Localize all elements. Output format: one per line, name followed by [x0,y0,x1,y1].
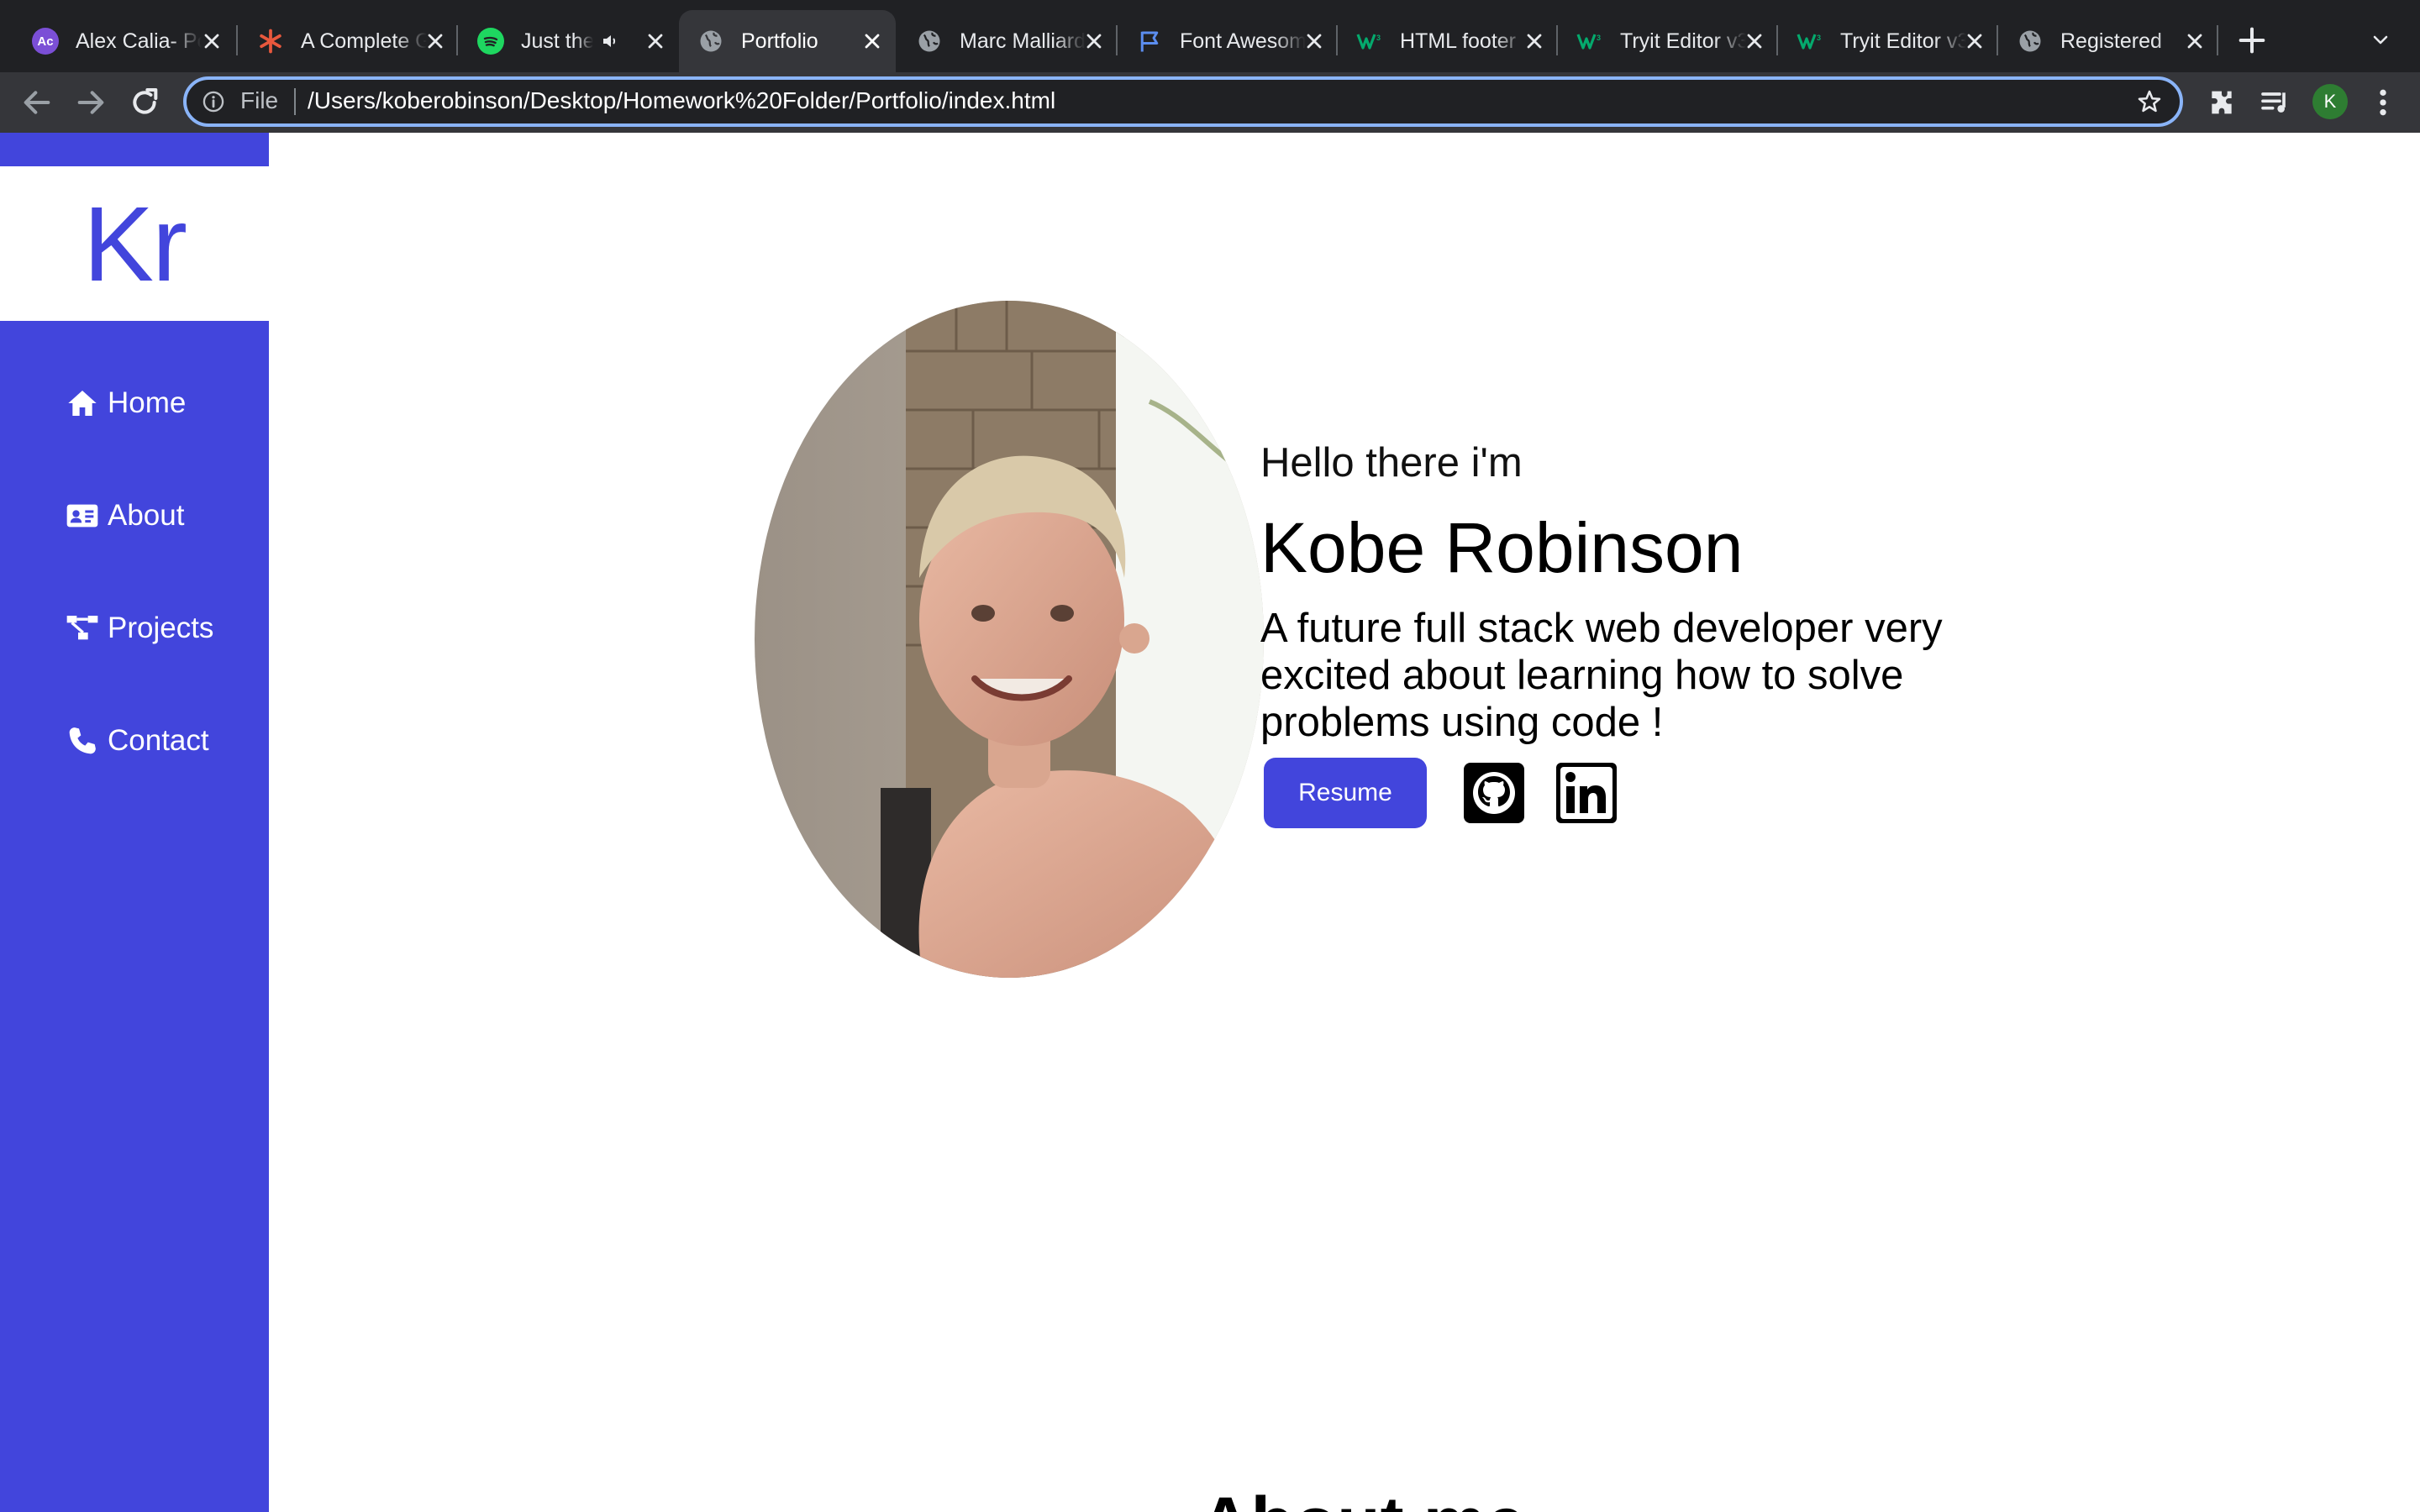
w3schools-icon: 3 [1797,28,1823,55]
globe-icon [916,28,943,55]
close-icon[interactable] [1523,29,1546,53]
linkedin-icon[interactable] [1556,763,1617,823]
browser-toolbar: File /Users/koberobinson/Desktop/Homewor… [0,72,2420,133]
close-icon[interactable] [644,29,667,53]
nav-item-label: Contact [108,724,209,757]
id-card-icon [66,504,98,528]
tab-strip: Ac Alex Calia- Portfolio A Complete Guid… [0,0,2420,72]
globe-icon [697,28,724,55]
tab-title: Font Awesome [1180,29,1306,53]
tab-title: Tryit Editor v3.7 [1840,29,1966,53]
portrait-photo [755,301,1264,978]
close-icon[interactable] [200,29,224,53]
tab-html-footer[interactable]: 3 HTML footer [1338,10,1558,72]
profile-avatar[interactable]: K [2312,84,2348,119]
tab-title: Portfolio [741,29,818,53]
tab-tryit-editor-2[interactable]: 3 Tryit Editor v3.7 [1778,10,1998,72]
sidebar: Kr Home About Projects Contact [0,133,269,1512]
tab-portfolio[interactable]: Portfolio [679,10,896,72]
close-icon[interactable] [1082,29,1106,53]
hero-tagline: A future full stack web developer very e… [1260,606,1943,745]
tab-title: Just the Two of Us [521,29,593,53]
browser-menu-icon[interactable] [2371,86,2395,119]
url-text[interactable]: /Users/koberobinson/Desktop/Homework%20F… [308,87,1055,114]
w3schools-icon: 3 [1576,28,1603,55]
tab-alex-calia[interactable]: Ac Alex Calia- Portfolio [13,10,235,72]
nav-item-label: About [108,499,185,532]
ac-avatar-icon: Ac [32,28,59,55]
resume-button[interactable]: Resume [1264,758,1427,828]
close-icon[interactable] [2183,29,2207,53]
github-icon[interactable] [1464,763,1524,823]
hero-actions: Resume [1264,758,1617,828]
tab-title: A Complete Guide [301,29,427,53]
nav-item-home[interactable]: Home [66,381,186,425]
tab-separator [456,25,458,55]
tab-title: Tryit Editor v3.7 [1620,29,1746,53]
w3schools-icon: 3 [1356,28,1383,55]
tab-tryit-editor-1[interactable]: 3 Tryit Editor v3.7 [1558,10,1778,72]
tab-search-chevron-icon[interactable] [2368,30,2393,50]
site-logo: Kr [83,184,187,303]
forward-arrow-icon[interactable] [74,86,108,119]
hero-greeting: Hello there i'm [1260,440,1523,486]
svg-text:3: 3 [1376,34,1381,42]
tab-title: Alex Calia- Portfolio [76,29,202,53]
new-tab-plus-icon[interactable] [2235,24,2269,57]
hero-text: Hello there i'm Kobe Robinson A future f… [1260,438,1983,746]
tab-spotify[interactable]: Just the Two of Us [459,10,679,72]
spotify-icon [477,28,504,55]
nav-item-label: Home [108,386,187,419]
tab-title: Registered [2060,29,2162,53]
logo-box[interactable]: Kr [0,166,269,321]
tab-title: HTML footer [1400,29,1517,53]
bookmark-star-icon[interactable] [2136,88,2163,115]
hero-name: Kobe Robinson [1260,508,1744,587]
nav-item-label: Projects [108,612,214,644]
close-icon[interactable] [1302,29,1326,53]
project-diagram-icon [66,616,98,640]
about-heading: About me [1200,1482,1525,1512]
globe-icon [2017,28,2044,55]
tab-marc-malliard[interactable]: Marc Malliard [897,10,1118,72]
nav-item-contact[interactable]: Contact [66,719,209,763]
svg-text:3: 3 [1597,34,1601,42]
address-bar[interactable]: File /Users/koberobinson/Desktop/Homewor… [183,76,2183,127]
home-icon [68,391,97,416]
nav-item-about[interactable]: About [66,494,184,538]
page-viewport: Kr Home About Projects Contact Hello the… [0,133,2420,1512]
svg-text:3: 3 [1817,34,1821,42]
close-icon[interactable] [860,29,884,53]
close-icon[interactable] [1963,29,1986,53]
speaker-icon[interactable] [600,31,620,51]
back-arrow-icon[interactable] [20,86,54,119]
tab-separator [236,25,238,55]
nav-item-projects[interactable]: Projects [66,606,213,650]
extensions-puzzle-icon[interactable] [2205,86,2238,119]
tab-separator [2217,25,2218,55]
tab-font-awesome[interactable]: Font Awesome [1118,10,1338,72]
phone-icon [69,727,96,754]
close-icon[interactable] [1743,29,1766,53]
tab-complete-guide[interactable]: A Complete Guide [239,10,459,72]
address-divider [294,88,296,115]
reload-icon[interactable] [128,86,161,119]
info-icon[interactable] [202,90,225,113]
asterisk-icon [257,28,284,55]
media-queue-icon[interactable] [2259,86,2292,119]
flag-icon [1136,28,1163,55]
tab-title: Marc Malliard [960,29,1086,53]
close-icon[interactable] [424,29,447,53]
tab-registered[interactable]: Registered [1998,10,2218,72]
url-scheme-label: File [240,87,279,113]
